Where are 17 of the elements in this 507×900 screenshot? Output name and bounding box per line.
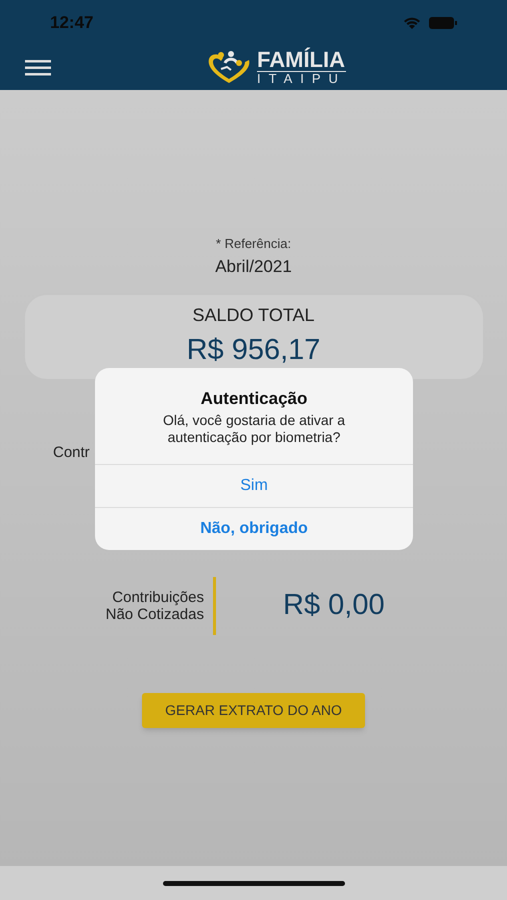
- menu-icon[interactable]: [25, 58, 51, 76]
- generate-statement-button[interactable]: GERAR EXTRATO DO ANO: [142, 693, 365, 728]
- dialog-button[interactable]: Sim: [95, 464, 413, 506]
- balance-amount: R$ 956,17: [186, 332, 320, 368]
- app-logo: FAMÍLIA ITAIPU: [205, 49, 346, 85]
- row-amount: R$ 0,00: [283, 588, 385, 624]
- battery-icon: [429, 16, 457, 28]
- wifi-icon: [403, 16, 421, 30]
- balance-label: SALDO TOTAL: [192, 304, 315, 327]
- dialog-title: Autenticação: [200, 388, 308, 410]
- row-label: Contribuições Não Cotizadas: [104, 589, 204, 623]
- row-label: Contr: [53, 444, 90, 461]
- dialog-button[interactable]: Não, obrigado: [95, 506, 413, 550]
- reference-label: * Referência:: [216, 235, 292, 253]
- dialog-message: Olá, você gostaria de ativar a autenticação por biometria?: [162, 412, 346, 446]
- reference-date: Abril/2021: [215, 256, 292, 278]
- status-time: 12:47: [50, 12, 94, 34]
